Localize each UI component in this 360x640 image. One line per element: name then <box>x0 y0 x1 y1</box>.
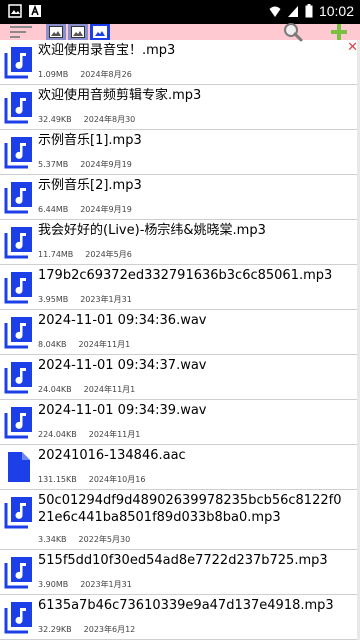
file-size: 224.04KB <box>38 430 77 439</box>
file-name: 2024-11-01 09:34:37.wav <box>38 358 207 373</box>
file-meta: 3.90MB 2023年1月31 <box>38 579 132 590</box>
file-size: 3.34KB <box>38 535 67 544</box>
plus-icon[interactable] <box>328 22 350 42</box>
notification-icons <box>8 4 42 18</box>
file-name: 20241016-134846.aac <box>38 448 186 463</box>
audio-file-icon <box>4 90 34 124</box>
file-meta: 3.95MB 2023年1月31 <box>38 294 132 305</box>
file-meta: 6.44MB 2024年9月19 <box>38 204 132 215</box>
view-mode-button[interactable] <box>68 24 88 40</box>
file-icon <box>4 450 34 484</box>
system-status: 10:02 <box>269 3 354 19</box>
audio-file-icon <box>4 360 34 394</box>
audio-file-icon <box>4 495 34 529</box>
audio-file-icon <box>4 600 34 634</box>
file-name: 欢迎使用录音宝！.mp3 <box>38 43 176 58</box>
file-meta: 11.74MB 2024年5月6 <box>38 249 132 260</box>
file-name: 示例音乐[1].mp3 <box>38 133 142 148</box>
file-meta: 32.49KB 2024年8月30 <box>38 114 135 125</box>
audio-file-icon <box>4 180 34 214</box>
file-size: 32.29KB <box>38 625 72 634</box>
file-date: 2024年8月26 <box>80 70 132 79</box>
file-size: 3.90MB <box>38 580 69 589</box>
audio-file-icon <box>4 270 34 304</box>
gallery-notification-icon <box>8 4 22 18</box>
audio-file-icon <box>4 405 34 439</box>
font-notification-icon <box>29 4 41 17</box>
file-name: 515f5dd10f30ed54ad8e7722d237b725.mp3 <box>38 553 328 568</box>
audio-file-icon <box>4 135 34 169</box>
file-date: 2024年5月6 <box>85 250 132 259</box>
file-name: 我会好好的(Live)-杨宗纬&姚晓棠.mp3 <box>38 223 266 238</box>
file-row[interactable]: 欢迎使用音频剪辑专家.mp3 32.49KB 2024年8月30 <box>0 85 360 130</box>
file-row[interactable]: 50c01294df9d48902639978235bcb56c8122f021… <box>0 490 360 550</box>
file-meta: 32.29KB 2023年6月12 <box>38 624 135 635</box>
file-size: 24.04KB <box>38 385 72 394</box>
file-name: 2024-11-01 09:34:36.wav <box>38 313 207 328</box>
search-icon[interactable] <box>282 22 304 42</box>
file-meta: 8.04KB 2024年11月1 <box>38 339 130 350</box>
file-row[interactable]: 示例音乐[2].mp3 6.44MB 2024年9月19 <box>0 175 360 220</box>
file-name: 50c01294df9d48902639978235bcb56c8122f021… <box>38 493 342 525</box>
file-date: 2024年11月1 <box>78 340 131 349</box>
list-menu-icon[interactable] <box>10 24 34 40</box>
signal-icon <box>287 6 298 17</box>
file-date: 2024年8月30 <box>83 115 136 124</box>
file-list: 欢迎使用录音宝！.mp3 1.09MB 2024年8月26 ✕ 欢迎使用音频剪辑专家.m… <box>0 40 360 640</box>
file-row[interactable]: 示例音乐[1].mp3 5.37MB 2024年9月19 <box>0 130 360 175</box>
file-size: 32.49KB <box>38 115 72 124</box>
audio-file-icon <box>4 45 34 79</box>
battery-icon <box>305 4 313 18</box>
file-row[interactable]: 2024-11-01 09:34:36.wav 8.04KB 2024年11月1 <box>0 310 360 355</box>
image-icon <box>93 26 107 38</box>
file-row[interactable]: 515f5dd10f30ed54ad8e7722d237b725.mp3 3.90… <box>0 550 360 595</box>
file-name: 2024-11-01 09:34:39.wav <box>38 403 207 418</box>
file-date: 2023年6月12 <box>83 625 136 634</box>
file-size: 8.04KB <box>38 340 67 349</box>
file-date: 2023年1月31 <box>80 580 132 589</box>
image-icon <box>71 26 85 38</box>
file-meta: 24.04KB 2024年11月1 <box>38 384 135 395</box>
file-size: 131.15KB <box>38 475 77 484</box>
file-size: 11.74MB <box>38 250 74 259</box>
file-row[interactable]: 我会好好的(Live)-杨宗纬&姚晓棠.mp3 11.74MB 2024年5月6 <box>0 220 360 265</box>
file-name: 6135a7b46c73610339e9a47d137e4918.mp3 <box>38 598 334 613</box>
file-size: 1.09MB <box>38 70 69 79</box>
file-row[interactable]: 2024-11-01 09:34:39.wav 224.04KB 2024年11月1 <box>0 400 360 445</box>
file-date: 2022年5月30 <box>78 535 131 544</box>
file-size: 6.44MB <box>38 205 69 214</box>
file-date: 2024年11月1 <box>83 385 136 394</box>
file-name: 179b2c69372ed332791636b3c6c85061.mp3 <box>38 268 333 283</box>
file-row[interactable]: 2024-11-01 09:34:37.wav 24.04KB 2024年11月1 <box>0 355 360 400</box>
file-row[interactable]: 179b2c69372ed332791636b3c6c85061.mp3 3.95… <box>0 265 360 310</box>
file-row[interactable]: 6135a7b46c73610339e9a47d137e4918.mp3 32.2… <box>0 595 360 640</box>
audio-file-icon <box>4 555 34 589</box>
file-meta: 5.37MB 2024年9月19 <box>38 159 132 170</box>
file-meta: 131.15KB 2024年10月16 <box>38 474 145 485</box>
file-meta: 1.09MB 2024年8月26 <box>38 69 132 80</box>
file-name: 欢迎使用音频剪辑专家.mp3 <box>38 88 202 103</box>
view-mode-button[interactable] <box>46 24 66 40</box>
file-name: 示例音乐[2].mp3 <box>38 178 142 193</box>
file-row[interactable]: 20241016-134846.aac 131.15KB 2024年10月16 <box>0 445 360 490</box>
file-meta: 3.34KB 2022年5月30 <box>38 534 130 545</box>
view-mode-selector <box>46 24 110 40</box>
wifi-icon <box>269 6 281 17</box>
file-date: 2024年9月19 <box>80 205 132 214</box>
clock: 10:02 <box>318 3 354 19</box>
file-date: 2024年9月19 <box>80 160 132 169</box>
file-meta: 224.04KB 2024年11月1 <box>38 429 140 440</box>
file-size: 3.95MB <box>38 295 69 304</box>
file-date: 2024年10月16 <box>88 475 146 484</box>
file-size: 5.37MB <box>38 160 69 169</box>
file-date: 2023年1月31 <box>80 295 132 304</box>
file-date: 2024年11月1 <box>88 430 141 439</box>
audio-file-icon <box>4 225 34 259</box>
view-mode-button-active[interactable] <box>90 24 110 40</box>
toolbar <box>0 22 360 42</box>
audio-file-icon <box>4 315 34 349</box>
status-bar: 10:02 <box>0 0 360 24</box>
file-row[interactable]: 欢迎使用录音宝！.mp3 1.09MB 2024年8月26 ✕ <box>0 40 360 85</box>
image-icon <box>49 26 63 38</box>
